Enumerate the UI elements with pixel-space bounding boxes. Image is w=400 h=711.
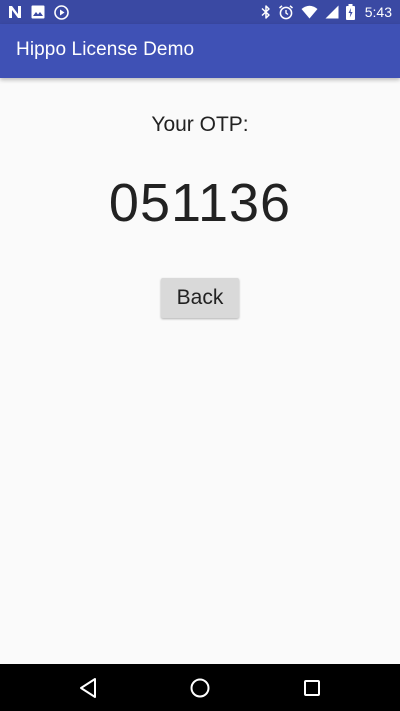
- battery-icon: [345, 4, 355, 20]
- app-bar: Hippo License Demo: [0, 24, 400, 78]
- navigation-bar: [0, 664, 400, 711]
- main-content: Your OTP: 051136 Back: [0, 78, 400, 664]
- otp-value: 051136: [108, 173, 292, 233]
- alarm-icon: [278, 4, 294, 20]
- back-button[interactable]: Back: [161, 278, 239, 318]
- app-title: Hippo License Demo: [16, 39, 195, 60]
- status-right-icons: 5:43: [261, 3, 392, 21]
- play-circle-icon: [54, 4, 69, 20]
- status-time: 5:43: [364, 4, 392, 20]
- otp-label: Your OTP:: [151, 113, 249, 136]
- bluetooth-icon: [261, 4, 271, 20]
- status-bar: 5:43: [0, 0, 400, 24]
- back-triangle-icon[interactable]: [75, 675, 101, 701]
- n-logo-icon: [8, 5, 22, 19]
- image-icon: [31, 5, 45, 19]
- status-left-icons: [8, 3, 69, 21]
- home-circle-icon[interactable]: [187, 675, 213, 701]
- recents-square-icon[interactable]: [299, 675, 325, 701]
- wifi-icon: [301, 5, 318, 19]
- signal-icon: [325, 5, 339, 19]
